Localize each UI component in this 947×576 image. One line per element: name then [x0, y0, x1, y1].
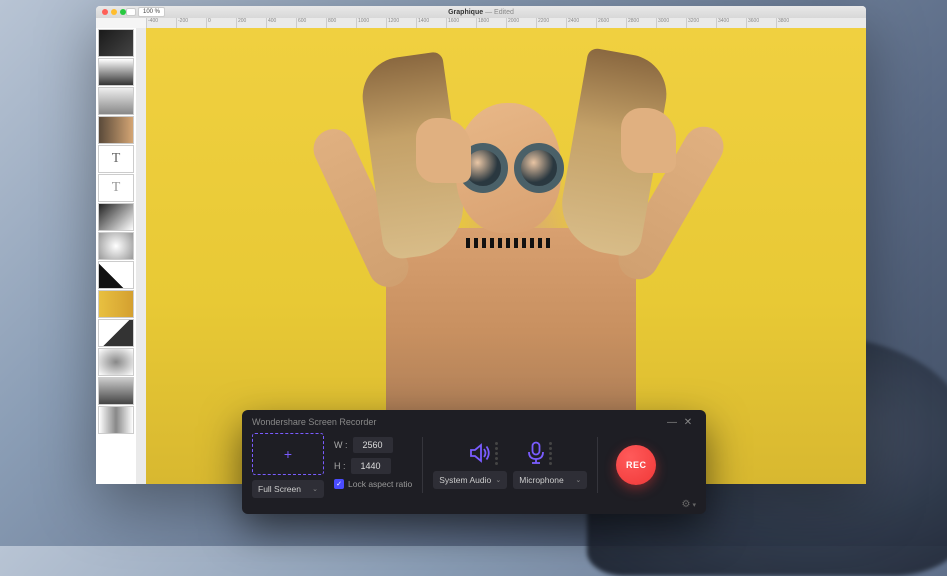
- ruler-tick: -200: [176, 18, 206, 28]
- record-label: REC: [626, 460, 647, 470]
- mic-level-indicator: [549, 442, 552, 465]
- editor-titlebar: 100 % Graphique — Edited: [96, 6, 866, 18]
- ruler-tick: 600: [296, 18, 326, 28]
- layer-thumbnail[interactable]: [98, 29, 134, 57]
- view-mode-button[interactable]: [126, 8, 136, 16]
- ruler-tick: 1200: [386, 18, 416, 28]
- text-layer-thumbnail[interactable]: T: [98, 145, 134, 173]
- section-divider: [422, 437, 423, 493]
- capture-preset-select[interactable]: Full Screen ⌄: [252, 480, 324, 498]
- layer-thumbnail[interactable]: [98, 406, 134, 434]
- plus-icon: +: [284, 446, 292, 462]
- document-status: Edited: [494, 9, 514, 16]
- layer-thumbnail[interactable]: [98, 203, 134, 231]
- section-divider: [597, 437, 598, 493]
- layer-thumbnail-rail: T T: [96, 28, 136, 484]
- layer-thumbnail[interactable]: [98, 58, 134, 86]
- window-minimize-button[interactable]: [111, 9, 117, 15]
- editor-mini-toolbar: 100 %: [126, 7, 165, 17]
- chevron-down-icon: ⌄: [495, 476, 501, 484]
- speaker-icon: [468, 442, 492, 464]
- ruler-tick: 2400: [566, 18, 596, 28]
- height-label: H :: [334, 461, 346, 471]
- microphone-label: Microphone: [519, 475, 563, 485]
- capture-preset-label: Full Screen: [258, 484, 301, 494]
- ruler-tick: 3000: [656, 18, 686, 28]
- ruler-tick: 3400: [716, 18, 746, 28]
- ruler-tick: 2200: [536, 18, 566, 28]
- chevron-down-icon: ▾: [692, 501, 696, 509]
- speaker-level-indicator: [495, 442, 498, 465]
- layer-thumbnail[interactable]: [98, 261, 134, 289]
- layer-thumbnail[interactable]: [98, 290, 134, 318]
- layer-thumbnail[interactable]: [98, 232, 134, 260]
- width-input[interactable]: [353, 437, 393, 453]
- zoom-level[interactable]: 100 %: [138, 7, 165, 17]
- layer-thumbnail[interactable]: [98, 319, 134, 347]
- ruler-tick: 200: [236, 18, 266, 28]
- layer-thumbnail[interactable]: [98, 87, 134, 115]
- height-input[interactable]: [351, 458, 391, 474]
- ruler-tick: 3600: [746, 18, 776, 28]
- recorder-close-button[interactable]: ✕: [680, 417, 696, 428]
- recorder-titlebar[interactable]: Wondershare Screen Recorder — ✕: [242, 410, 706, 434]
- chevron-down-icon: ⌄: [575, 476, 581, 484]
- screen-recorder-panel: Wondershare Screen Recorder — ✕ + Full S…: [242, 410, 706, 514]
- ruler-tick: 1800: [476, 18, 506, 28]
- layer-thumbnail[interactable]: [98, 348, 134, 376]
- record-button[interactable]: REC: [616, 445, 656, 485]
- layer-thumbnail[interactable]: [98, 377, 134, 405]
- recorder-minimize-button[interactable]: —: [664, 417, 680, 428]
- ruler-tick: -400: [146, 18, 176, 28]
- gear-icon: ⚙: [682, 499, 691, 510]
- lock-aspect-label: Lock aspect ratio: [348, 479, 412, 489]
- layer-thumbnail[interactable]: [98, 116, 134, 144]
- recorder-settings-button[interactable]: ⚙ ▾: [682, 499, 696, 510]
- check-icon: ✓: [336, 480, 342, 488]
- vertical-ruler: [136, 28, 146, 484]
- ruler-tick: 3800: [776, 18, 806, 28]
- ruler-tick: 800: [326, 18, 356, 28]
- horizontal-ruler: -400-20002004006008001000120014001600180…: [146, 18, 866, 28]
- width-label: W :: [334, 440, 348, 450]
- ruler-tick: 2000: [506, 18, 536, 28]
- system-audio-select[interactable]: System Audio ⌄: [433, 471, 507, 489]
- document-name: Graphique: [448, 9, 483, 16]
- microphone-select[interactable]: Microphone ⌄: [513, 471, 587, 489]
- window-title: Graphique — Edited: [448, 9, 514, 16]
- capture-region-button[interactable]: +: [252, 433, 324, 475]
- ruler-tick: 0: [206, 18, 236, 28]
- system-audio-label: System Audio: [439, 475, 491, 485]
- chevron-down-icon: ⌄: [312, 485, 318, 493]
- ruler-tick: 1000: [356, 18, 386, 28]
- ruler-tick: 1400: [416, 18, 446, 28]
- recorder-title: Wondershare Screen Recorder: [252, 417, 376, 427]
- window-close-button[interactable]: [102, 9, 108, 15]
- ruler-tick: 400: [266, 18, 296, 28]
- ruler-tick: 1600: [446, 18, 476, 28]
- ruler-tick: 3200: [686, 18, 716, 28]
- ruler-tick: 2600: [596, 18, 626, 28]
- microphone-icon: [526, 441, 546, 465]
- text-layer-thumbnail[interactable]: T: [98, 174, 134, 202]
- ruler-tick: 2800: [626, 18, 656, 28]
- lock-aspect-checkbox[interactable]: ✓: [334, 479, 344, 489]
